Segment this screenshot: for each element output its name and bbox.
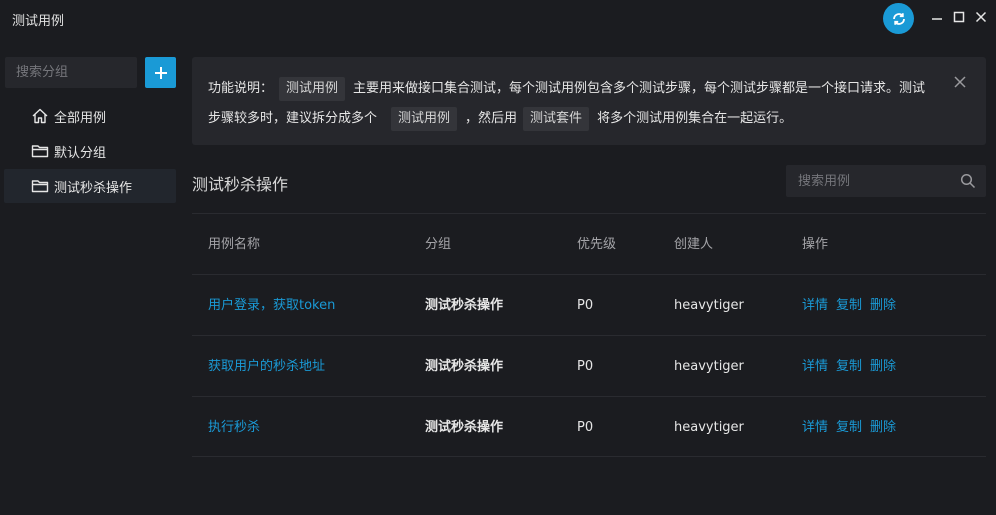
table-row: 获取用户的秒杀地址 测试秒杀操作 P0 heavytiger 详情 复制 删除 (192, 335, 986, 396)
case-creator: heavytiger (674, 420, 744, 435)
folder-icon (31, 177, 49, 195)
group-search-input[interactable] (5, 57, 137, 88)
folder-icon (31, 142, 49, 160)
header-group: 分组 (425, 237, 452, 252)
sidebar-item-label: 全部用例 (54, 110, 107, 126)
info-tag-test-case: 测试用例 (279, 77, 346, 101)
search-icon[interactable] (960, 173, 976, 189)
case-group: 测试秒杀操作 (425, 359, 504, 374)
detail-link[interactable]: 详情 (802, 420, 828, 435)
close-icon (975, 11, 987, 23)
table-row: 用户登录，获取token 测试秒杀操作 P0 heavytiger 详情 复制 删除 (192, 274, 986, 335)
refresh-icon (892, 12, 905, 25)
section-title: 测试秒杀操作 (192, 175, 289, 194)
sidebar-item-label: 测试秒杀操作 (54, 180, 133, 196)
copy-link[interactable]: 复制 (836, 298, 862, 313)
maximize-button[interactable] (950, 8, 968, 26)
info-text: ，然后用 (465, 111, 518, 126)
test-case-table: 用例名称 分组 优先级 创建人 操作 用户登录，获取token 测试秒杀操作 P… (192, 213, 986, 457)
info-panel: 功能说明： 测试用例 主要用来做接口集合测试，每个测试用例包含多个测试步骤，每个测试… (192, 57, 986, 145)
minimize-button[interactable] (928, 8, 946, 26)
info-tag-test-suite: 测试套件 (523, 107, 590, 131)
case-name-link[interactable]: 执行秒杀 (208, 397, 260, 458)
close-icon[interactable] (953, 75, 967, 89)
case-group: 测试秒杀操作 (425, 298, 504, 313)
header-name: 用例名称 (208, 237, 261, 252)
sidebar-item-seckill-group[interactable]: 测试秒杀操作 (4, 169, 176, 203)
header-actions: 操作 (802, 237, 829, 252)
case-name-link[interactable]: 用户登录，获取token (208, 275, 335, 336)
info-text: 将多个测试用例集合在一起运行。 (597, 111, 793, 126)
sidebar-item-default-group[interactable]: 默认分组 (4, 134, 176, 168)
case-creator: heavytiger (674, 298, 744, 313)
plus-icon (154, 66, 167, 79)
info-tag-test-case: 测试用例 (391, 107, 458, 131)
sync-button[interactable] (883, 3, 914, 34)
table-row: 执行秒杀 测试秒杀操作 P0 heavytiger 详情 复制 删除 (192, 396, 986, 457)
case-creator: heavytiger (674, 359, 744, 374)
case-actions: 详情 复制 删除 (802, 336, 904, 397)
case-priority: P0 (577, 298, 594, 313)
case-actions: 详情 复制 删除 (802, 397, 904, 458)
minimize-icon (932, 18, 942, 20)
case-search (786, 165, 986, 197)
title-bar: 测试用例 (0, 0, 996, 36)
copy-link[interactable]: 复制 (836, 359, 862, 374)
info-prefix: 功能说明： (208, 81, 274, 96)
case-actions: 详情 复制 删除 (802, 275, 904, 336)
maximize-icon (953, 11, 965, 23)
copy-link[interactable]: 复制 (836, 420, 862, 435)
detail-link[interactable]: 详情 (802, 359, 828, 374)
case-priority: P0 (577, 420, 594, 435)
table-header: 用例名称 分组 优先级 创建人 操作 (192, 213, 986, 274)
close-window-button[interactable] (972, 8, 990, 26)
header-creator: 创建人 (674, 237, 714, 252)
case-group: 测试秒杀操作 (425, 420, 504, 435)
add-group-button[interactable] (145, 57, 176, 88)
delete-link[interactable]: 删除 (870, 420, 896, 435)
sidebar-item-all-cases[interactable]: 全部用例 (4, 99, 176, 133)
sidebar-item-label: 默认分组 (54, 145, 107, 161)
header-priority: 优先级 (577, 237, 617, 252)
case-name-link[interactable]: 获取用户的秒杀地址 (208, 336, 325, 397)
delete-link[interactable]: 删除 (870, 359, 896, 374)
window-title: 测试用例 (12, 14, 65, 29)
sidebar: 全部用例 默认分组 测试秒杀操作 (0, 50, 184, 515)
home-icon (31, 107, 49, 125)
detail-link[interactable]: 详情 (802, 298, 828, 313)
delete-link[interactable]: 删除 (870, 298, 896, 313)
case-priority: P0 (577, 359, 594, 374)
case-search-input[interactable] (786, 165, 956, 197)
